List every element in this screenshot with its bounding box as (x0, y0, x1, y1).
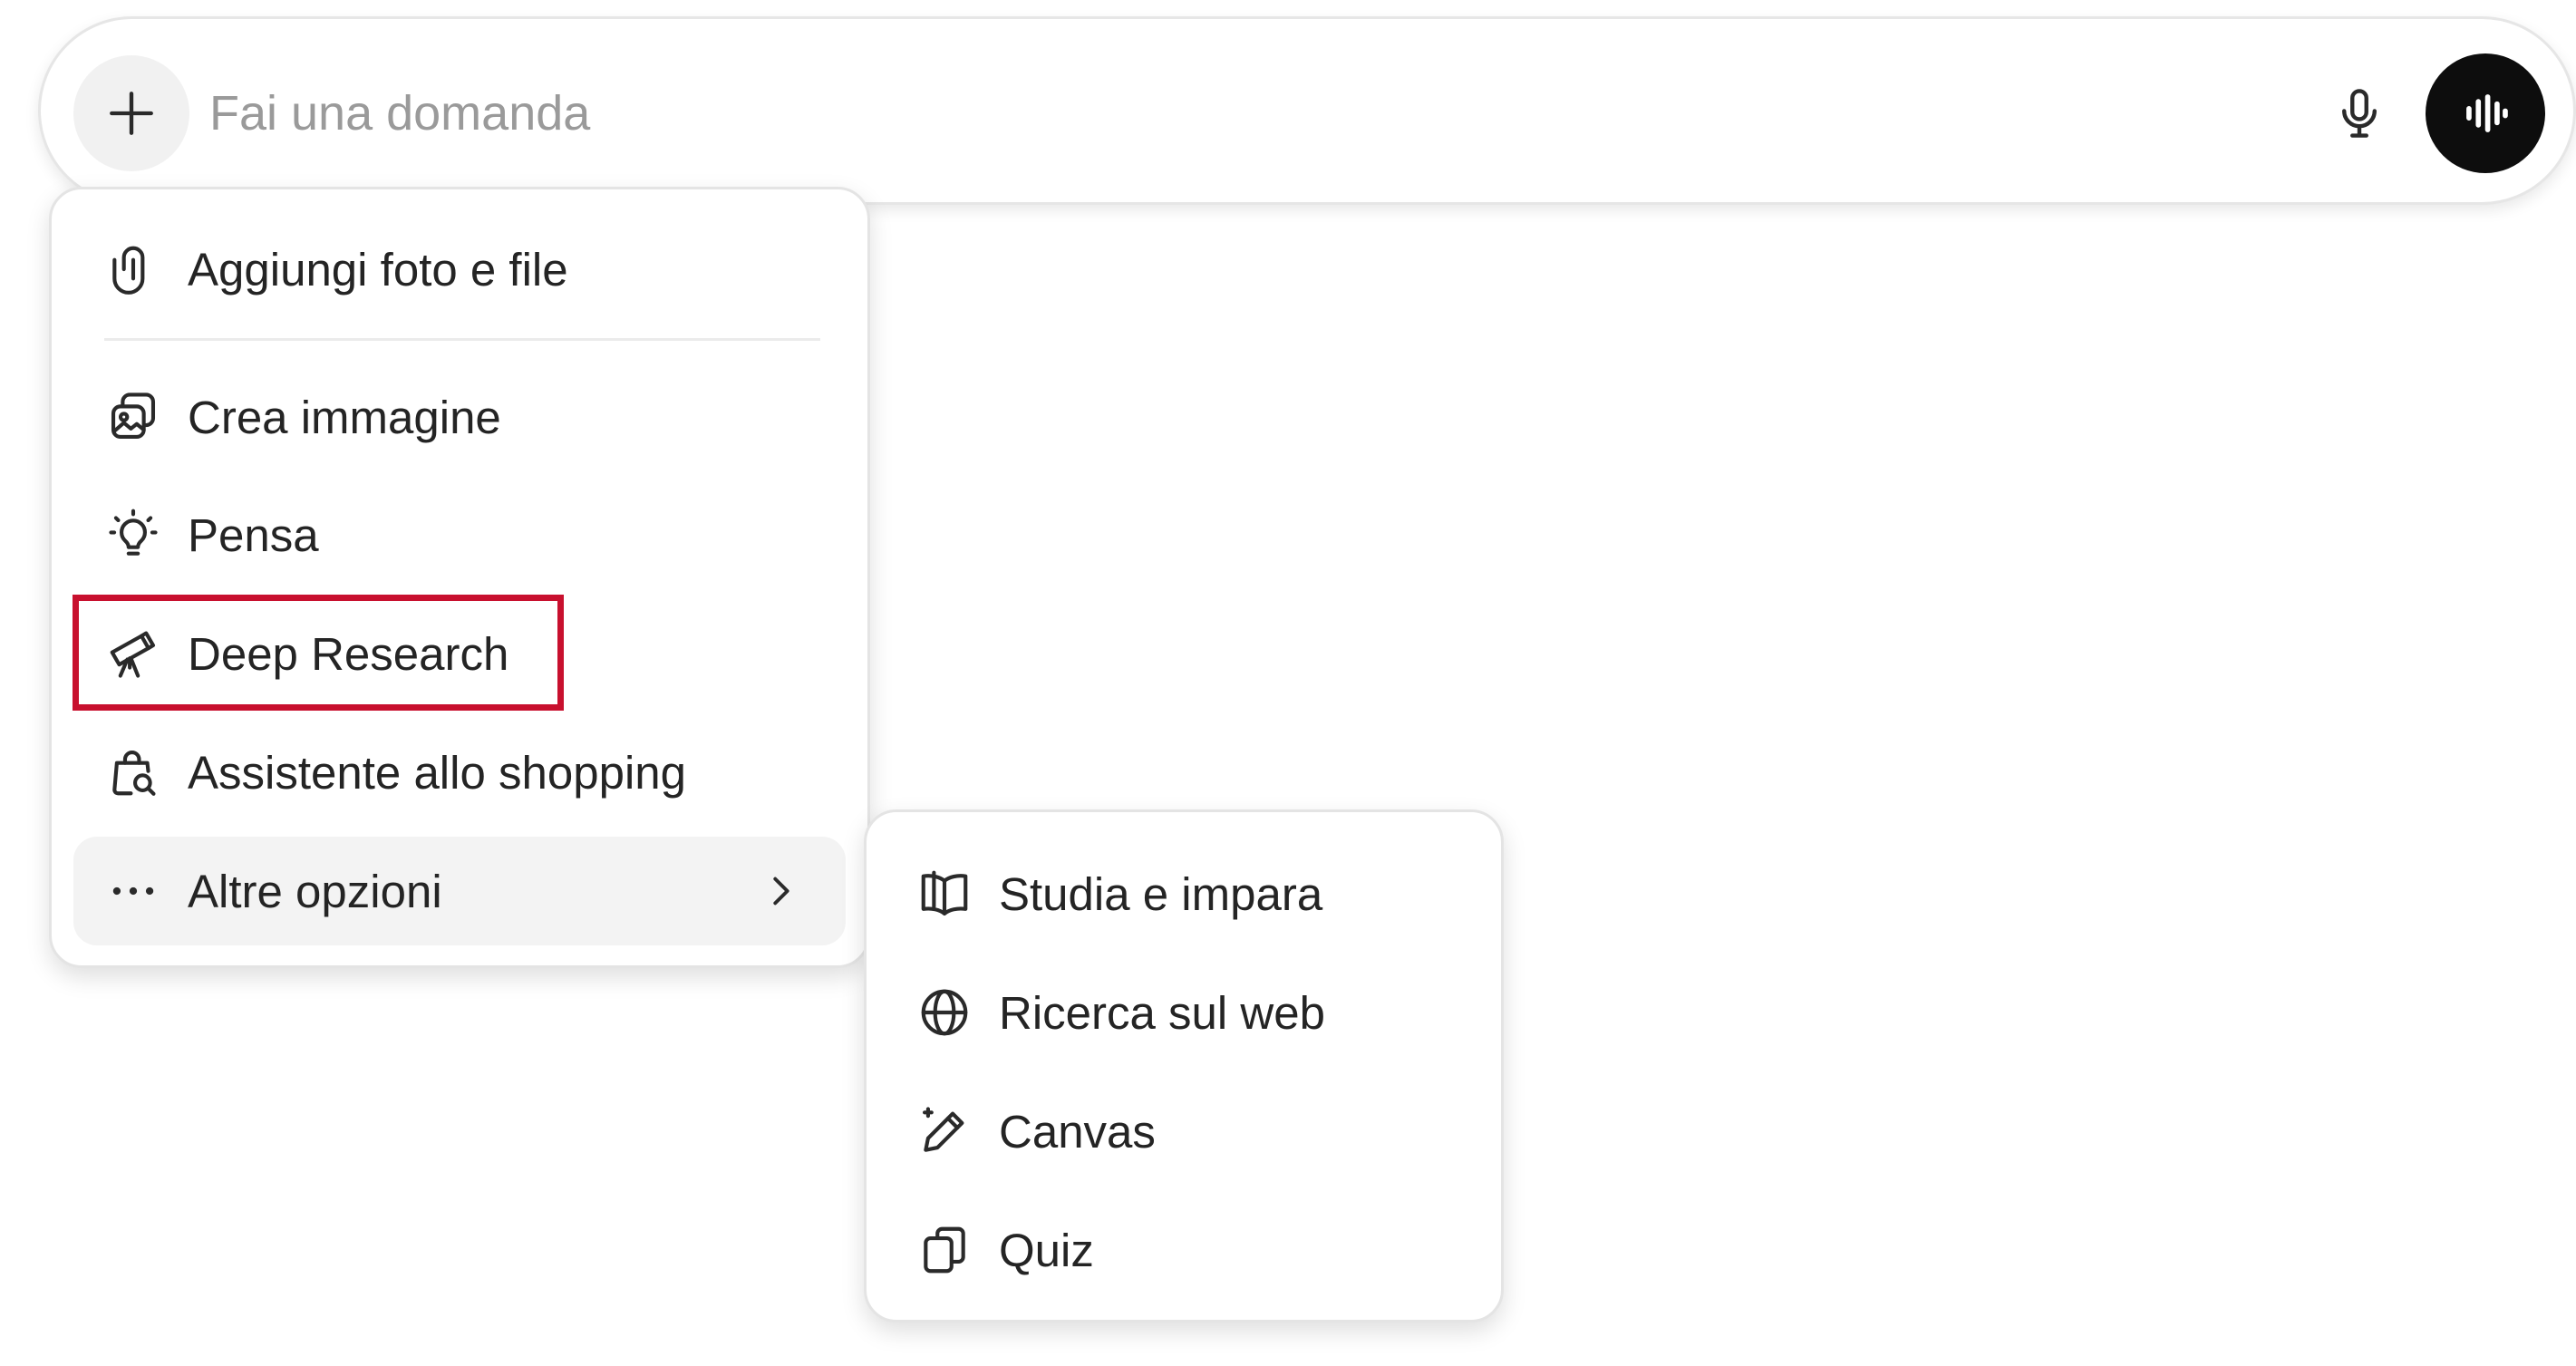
telescope-icon (104, 625, 162, 683)
microphone-icon (2342, 89, 2377, 138)
more-options-submenu: Studia e impara Ricerca sul web Canvas Q… (864, 809, 1504, 1322)
plus-icon (110, 92, 153, 135)
menu-item-label: Crea immagine (188, 391, 501, 443)
menu-divider (104, 338, 820, 341)
submenu-item-canvas[interactable]: Canvas (867, 1077, 1501, 1186)
submenu-item-label: Canvas (999, 1105, 1156, 1158)
add-button[interactable] (73, 55, 189, 171)
dictate-button[interactable] (2309, 63, 2410, 164)
submenu-item-study-learn[interactable]: Studia e impara (867, 839, 1501, 948)
submenu-item-web-search[interactable]: Ricerca sul web (867, 958, 1501, 1067)
prompt-composer (38, 16, 2576, 205)
prompt-input[interactable] (209, 57, 2294, 170)
lightbulb-icon (104, 506, 162, 564)
menu-item-label: Aggiungi foto e file (188, 243, 568, 295)
shopping-bag-search-icon (104, 743, 162, 801)
tools-menu: Aggiungi foto e file Crea immagine Pensa… (49, 187, 870, 968)
cards-icon (915, 1221, 973, 1279)
menu-item-label: Altre opzioni (188, 865, 442, 917)
voice-mode-button[interactable] (2426, 53, 2545, 173)
more-dots-icon (104, 862, 162, 920)
chevron-right-icon (751, 862, 809, 920)
menu-item-create-image[interactable]: Crea immagine (52, 363, 867, 471)
submenu-item-label: Studia e impara (999, 867, 1323, 920)
submenu-item-label: Ricerca sul web (999, 986, 1325, 1039)
image-icon (104, 388, 162, 446)
menu-item-label: Assistente allo shopping (188, 746, 687, 799)
voice-waveform-icon (2466, 94, 2508, 132)
submenu-item-label: Quiz (999, 1224, 1094, 1276)
pencil-sparkle-icon (915, 1102, 973, 1160)
screen: Aggiungi foto e file Crea immagine (0, 0, 2576, 1366)
globe-icon (915, 983, 973, 1041)
menu-item-more-options[interactable]: Altre opzioni (73, 837, 846, 945)
submenu-item-quiz[interactable]: Quiz (867, 1196, 1501, 1304)
paperclip-icon (104, 240, 162, 298)
open-book-icon (915, 865, 973, 923)
menu-item-deep-research[interactable]: Deep Research (52, 599, 867, 708)
menu-item-add-photos-files[interactable]: Aggiungi foto e file (52, 215, 867, 324)
menu-item-shopping-assistant[interactable]: Assistente allo shopping (52, 718, 867, 827)
menu-item-label: Deep Research (188, 627, 509, 680)
menu-item-think[interactable]: Pensa (52, 480, 867, 589)
menu-item-label: Pensa (188, 509, 319, 561)
